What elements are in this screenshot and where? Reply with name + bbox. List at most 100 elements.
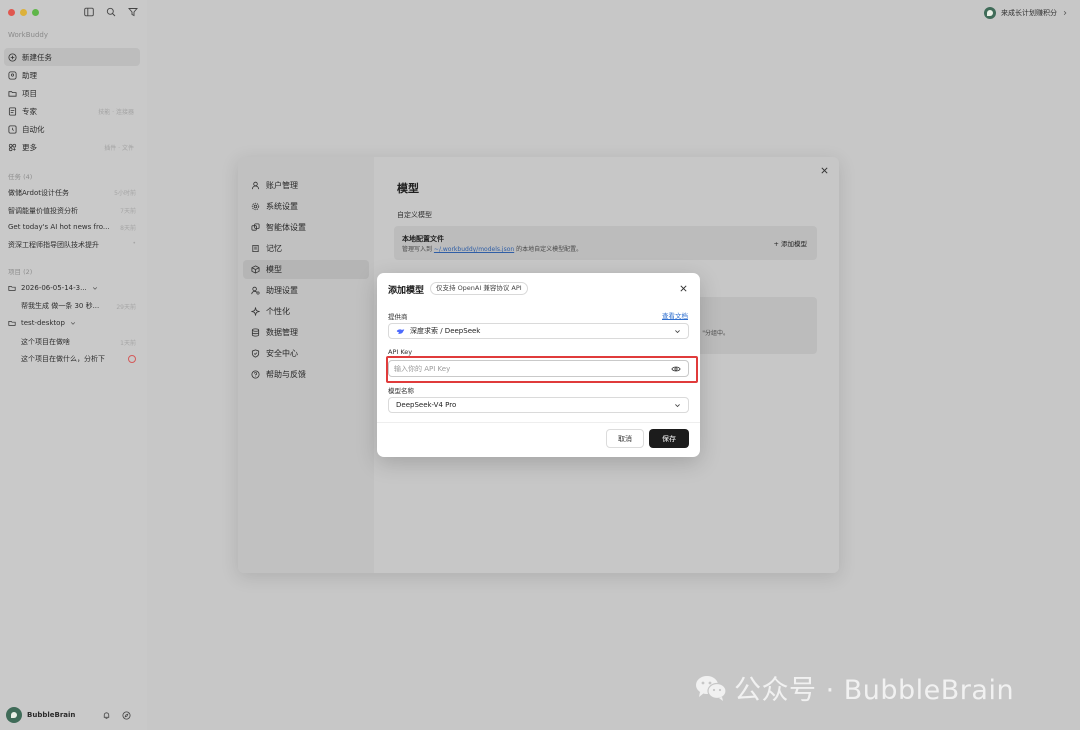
settings-nav-security[interactable]: 安全中心 <box>243 344 369 363</box>
settings-nav-label: 账户管理 <box>266 181 298 190</box>
dialog-divider <box>377 422 700 423</box>
provider-value: 深度求索 / DeepSeek <box>410 327 481 335</box>
task-item[interactable]: 资深工程师指导团队技术提升 • <box>8 240 136 250</box>
tasks-header[interactable]: 任务 (4) <box>8 171 32 181</box>
config-desc-suffix: 的本地自定义模型配置。 <box>514 246 583 253</box>
user-icon <box>251 181 260 190</box>
nav-label: 项目 <box>22 88 37 98</box>
nav-label: 更多 <box>22 142 37 152</box>
settings-nav-label: 系统设置 <box>266 202 298 211</box>
task-title: Get today's AI hot news fro... <box>8 223 110 231</box>
sidebar-toggle-icon[interactable] <box>84 7 94 17</box>
sidebar-nav: 新建任务 助理 项目 专家 技能 · 连接器 自动化 更多 插件 · 文件 <box>4 48 140 156</box>
task-time: 5小时前 <box>114 190 136 197</box>
close-icon[interactable] <box>679 284 688 293</box>
chevron-down-icon <box>675 330 680 334</box>
project-item[interactable]: 2026-06-05-14-3... <box>8 284 136 292</box>
task-time: • <box>132 240 136 247</box>
nav-assistant[interactable]: 助理 <box>4 66 140 84</box>
nav-automation[interactable]: 自动化 <box>4 120 140 138</box>
user-name[interactable]: BubbleBrain <box>27 711 75 719</box>
protocol-badge: 仅支持 OpenAI 兼容协议 API <box>430 282 528 295</box>
nav-projects[interactable]: 项目 <box>4 84 140 102</box>
settings-nav-agent[interactable]: 智能体设置 <box>243 218 369 237</box>
settings-nav-account[interactable]: 账户管理 <box>243 176 369 195</box>
database-icon <box>251 328 260 337</box>
config-path-link[interactable]: ~/.workbuddy/models.json <box>434 246 514 253</box>
bell-icon[interactable] <box>102 711 111 720</box>
settings-nav-models[interactable]: 模型 <box>243 260 369 279</box>
workspace-name[interactable]: WorkBuddy <box>8 31 48 39</box>
nav-experts[interactable]: 专家 技能 · 连接器 <box>4 102 140 120</box>
project-time: 29天前 <box>116 303 136 311</box>
task-item[interactable]: 智调能量价值投资分析 7天前 <box>8 206 136 216</box>
settings-nav-personalize[interactable]: 个性化 <box>243 302 369 321</box>
project-task-item[interactable]: 帮我生成 做一条 30 秒... 29天前 <box>8 301 136 311</box>
app-sidebar: WorkBuddy 新建任务 助理 项目 专家 技能 · 连接器 自动化 更多 … <box>0 0 147 730</box>
wechat-icon <box>696 675 727 701</box>
view-docs-link[interactable]: 查看文档 <box>662 310 688 320</box>
projects-header[interactable]: 项目 (2) <box>8 266 32 276</box>
settings-nav-label: 数据管理 <box>266 328 298 337</box>
nav-hint: 插件 · 文件 <box>104 144 134 152</box>
settings-nav-label: 安全中心 <box>266 349 298 358</box>
settings-nav-system[interactable]: 系统设置 <box>243 197 369 216</box>
user-footer: BubbleBrain <box>6 707 136 723</box>
search-icon[interactable] <box>106 7 116 17</box>
api-key-label: API Key <box>388 348 413 356</box>
model-name-select[interactable]: DeepSeek-V4 Pro <box>388 397 689 413</box>
page-title: 模型 <box>397 182 419 195</box>
gear-icon <box>251 202 260 211</box>
nav-label: 新建任务 <box>22 52 52 62</box>
avatar[interactable] <box>6 707 22 723</box>
close-window-button[interactable] <box>8 9 15 16</box>
settings-nav-data[interactable]: 数据管理 <box>243 323 369 342</box>
project-title: test-desktop <box>21 319 65 327</box>
settings-nav: 账户管理 系统设置 智能体设置 记忆 模型 助理设置 个性化 数据管理 安全中心… <box>238 157 374 573</box>
settings-nav-help[interactable]: 帮助与反馈 <box>243 365 369 384</box>
project-task-item[interactable]: 这个项目在做什么，分析下 <box>8 354 136 364</box>
nav-new-task[interactable]: 新建任务 <box>4 48 140 66</box>
project-item[interactable]: test-desktop <box>8 319 136 327</box>
project-title: 2026-06-05-14-3... <box>21 284 87 292</box>
model-name-value: DeepSeek-V4 Pro <box>396 401 457 409</box>
chevron-down-icon[interactable] <box>92 285 98 291</box>
model-name-label: 模型名称 <box>388 387 414 395</box>
config-title: 本地配置文件 <box>402 235 444 243</box>
chevron-down-icon[interactable] <box>70 320 76 326</box>
growth-plan-link[interactable]: 来成长计划赚积分 <box>984 7 1068 19</box>
task-item[interactable]: 做储Ardot设计任务 5小时前 <box>8 188 136 198</box>
save-button[interactable]: 保存 <box>649 429 689 448</box>
watermark: 公众号 · BubbleBrain <box>694 668 1014 707</box>
cancel-button[interactable]: 取消 <box>606 429 644 448</box>
provider-label: 提供商 <box>388 313 408 321</box>
assistant-settings-icon <box>251 286 260 295</box>
settings-nav-label: 个性化 <box>266 307 290 316</box>
deepseek-logo-icon <box>396 328 405 334</box>
maximize-window-button[interactable] <box>32 9 39 16</box>
project-title: 这个项目在做什么，分析下 <box>21 355 105 363</box>
task-item[interactable]: Get today's AI hot news fro... 8天前 <box>8 223 136 232</box>
minimize-window-button[interactable] <box>20 9 27 16</box>
memory-icon <box>252 244 259 253</box>
filter-icon[interactable] <box>128 7 138 17</box>
close-icon[interactable] <box>820 166 829 175</box>
chevron-right-icon <box>1063 10 1067 16</box>
settings-nav-memory[interactable]: 记忆 <box>243 239 369 258</box>
plus-circle-icon <box>8 52 17 62</box>
compass-icon[interactable] <box>122 710 131 720</box>
project-task-item[interactable]: 这个项目在做啥 1天前 <box>8 337 136 347</box>
nav-hint: 技能 · 连接器 <box>98 108 134 116</box>
clock-icon <box>8 124 17 134</box>
provider-select[interactable]: 深度求索 / DeepSeek <box>388 323 689 339</box>
growth-plan-label: 来成长计划赚积分 <box>1001 9 1057 17</box>
folder-icon <box>8 90 17 97</box>
nav-more[interactable]: 更多 插件 · 文件 <box>4 138 140 156</box>
settings-nav-assistant[interactable]: 助理设置 <box>243 281 369 300</box>
add-model-button[interactable]: + 添加模型 <box>773 238 807 248</box>
settings-nav-label: 智能体设置 <box>266 223 306 232</box>
config-desc-prefix: 管理写入到 <box>402 246 434 253</box>
help-icon <box>251 370 260 379</box>
task-title: 做储Ardot设计任务 <box>8 189 70 197</box>
chevron-down-icon <box>675 404 680 408</box>
